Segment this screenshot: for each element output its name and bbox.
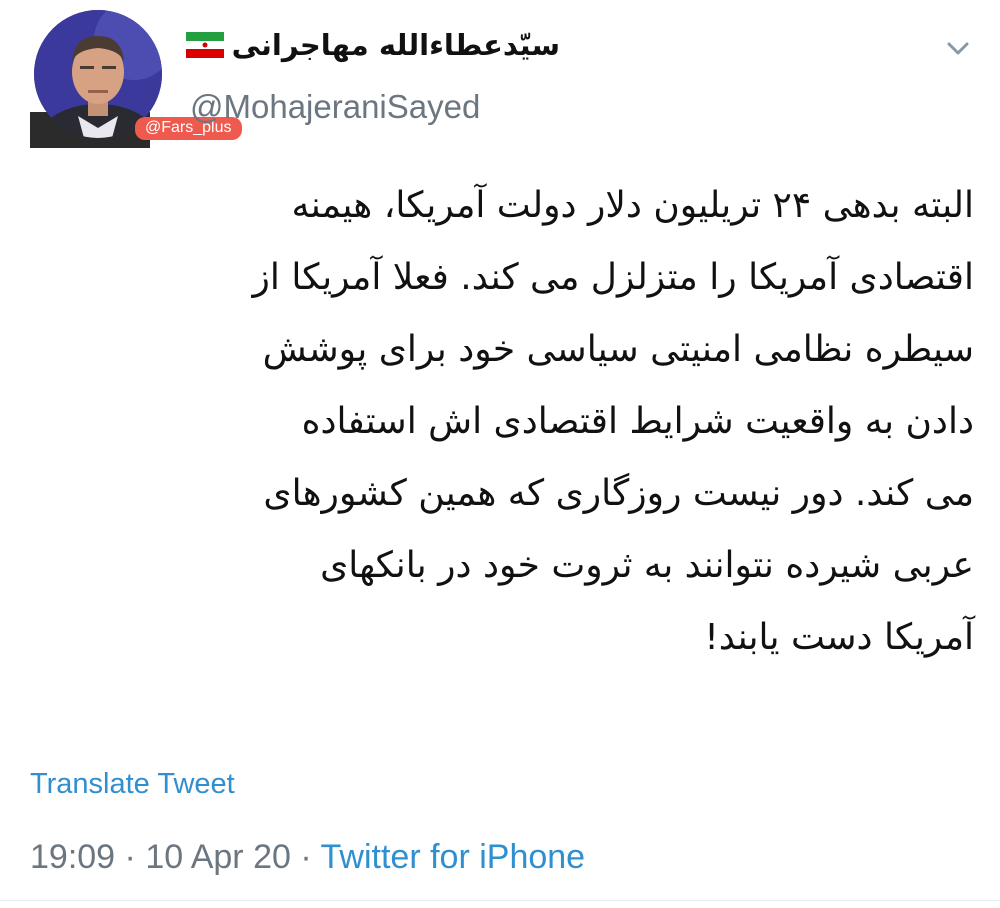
meta-separator: ·: [300, 838, 312, 876]
tweet-date[interactable]: 10 Apr 20: [145, 838, 291, 876]
tweet-text-line: آمریکا دست یابند!: [704, 617, 974, 658]
tweet-text-line: عربی شیرده نتوانند به ثروت خود در بانکها…: [320, 545, 974, 586]
iran-flag-icon: [185, 32, 224, 58]
tweet-text-line: اقتصادی آمریکا را متزلزل می کند. فعلا آم…: [252, 257, 974, 298]
meta-separator: ·: [124, 838, 136, 876]
author-name-row[interactable]: سیّدعطاءالله مهاجرانی: [185, 28, 560, 62]
author-display-name[interactable]: سیّدعطاءالله مهاجرانی: [232, 28, 560, 62]
tweet-meta: 19:09 · 10 Apr 20 · Twitter for iPhone: [30, 838, 585, 877]
tweet-text-line: می کند. دور نیست روزگاری که همین کشورهای: [263, 473, 974, 514]
tweet-text: البته بدهی ۲۴ تریلیون دلار دولت آمریکا، …: [28, 170, 974, 674]
tweet-source-link[interactable]: Twitter for iPhone: [321, 838, 586, 876]
divider: [0, 900, 1000, 901]
tweet-text-line: سیطره نظامی امنیتی سیاسی خود برای پوشش: [262, 329, 974, 370]
translate-tweet-link[interactable]: Translate Tweet: [30, 768, 235, 801]
tweet-time[interactable]: 19:09: [30, 838, 115, 876]
chevron-down-icon[interactable]: [940, 30, 976, 66]
author-handle[interactable]: @MohajeraniSayed: [190, 88, 480, 126]
tweet-text-line: البته بدهی ۲۴ تریلیون دلار دولت آمریکا، …: [291, 185, 974, 226]
tweet-text-line: دادن به واقعیت شرایط اقتصادی اش استفاده: [301, 401, 974, 442]
tweet-card: @Fars_plus سیّدعطاءالله مهاجرانی @Mohaje…: [0, 0, 1000, 908]
